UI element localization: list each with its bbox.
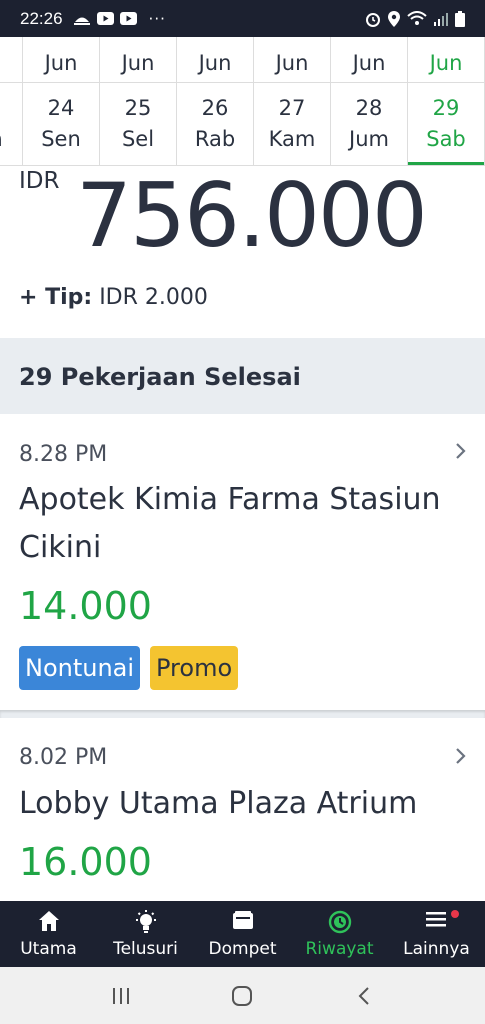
nav-label: Riwayat	[305, 939, 374, 959]
notification-dot	[451, 910, 459, 918]
tip-label: + Tip:	[19, 285, 93, 310]
date-weekday: Kam	[268, 127, 316, 151]
date-day: 25	[124, 96, 152, 120]
recent-apps-button[interactable]	[101, 976, 141, 1016]
battery-icon	[455, 10, 465, 27]
date-month: Jun	[331, 37, 407, 83]
date-weekday: Sel	[121, 127, 155, 151]
back-icon	[358, 986, 369, 1005]
date-weekday: Jum	[349, 127, 389, 151]
status-time: 22:26	[20, 8, 63, 28]
job-price: 16.000	[19, 840, 152, 884]
job-card[interactable]: 8.28 PM Apotek Kimia Farma Stasiun Cikin…	[0, 414, 485, 710]
job-card[interactable]: 8.02 PM Lobby Utama Plaza Atrium 16.000	[0, 718, 485, 901]
history-icon	[291, 910, 388, 934]
job-location: Apotek Kimia Farma Stasiun Cikini	[19, 482, 441, 565]
promo-badge: Promo	[150, 646, 239, 690]
date-month: Jun	[254, 37, 330, 83]
tip-line: + Tip: IDR 2.000	[19, 285, 208, 310]
status-bar: 22:26 ···	[0, 0, 485, 37]
youtube-icon	[96, 12, 114, 25]
nav-telusuri[interactable]: Telusuri	[97, 901, 194, 967]
nav-utama[interactable]: Utama	[0, 901, 97, 967]
tip-value: IDR 2.000	[99, 285, 208, 310]
date-day: 23	[0, 95, 22, 121]
location-icon	[388, 10, 400, 27]
nav-label: Telusuri	[113, 939, 178, 959]
date-cell[interactable]: Jun 26 Rab	[177, 37, 254, 165]
back-button[interactable]	[344, 976, 384, 1016]
date-month: Jun	[100, 37, 176, 83]
system-navigation-bar	[0, 967, 485, 1024]
date-weekday: Sab	[426, 127, 466, 151]
date-day: 26	[201, 96, 229, 120]
more-notifications-icon: ···	[148, 9, 166, 28]
bottom-navigation: Utama Telusuri Dompet Riwayat Lainnya	[0, 901, 485, 967]
date-row: Jun 23 Min Jun 24 Sen Jun 25 Sel Jun 26 …	[0, 37, 485, 165]
date-day: 24	[47, 96, 75, 120]
youtube-icon	[119, 12, 137, 25]
date-cell[interactable]: Jun 24 Sen	[23, 37, 100, 165]
date-cell[interactable]: Jun 27 Kam	[254, 37, 331, 165]
chevron-right-icon	[455, 438, 467, 466]
date-selector: Jun 23 Min Jun 24 Sen Jun 25 Sel Jun 26 …	[0, 37, 485, 166]
earnings-amount: 756.000	[76, 164, 428, 267]
job-time: 8.28 PM	[19, 442, 108, 467]
date-day: 27	[278, 96, 306, 120]
card-divider	[0, 710, 485, 718]
lightbulb-icon	[97, 910, 194, 934]
home-icon	[0, 910, 97, 932]
nav-lainnya[interactable]: Lainnya	[388, 901, 485, 967]
date-weekday: Rab	[194, 127, 236, 151]
date-month: Jun	[0, 37, 22, 83]
job-price: 14.000	[19, 584, 152, 628]
nav-label: Utama	[20, 939, 77, 959]
home-circle-icon	[232, 985, 253, 1006]
date-cell[interactable]: Jun 28 Jum	[331, 37, 408, 165]
date-month: Jun	[23, 37, 99, 83]
date-cell-selected[interactable]: Jun 29 Sab	[408, 37, 485, 165]
menu-icon	[388, 910, 485, 928]
wifi-icon	[407, 11, 427, 25]
status-left-icons: ···	[73, 10, 166, 28]
weather-icon	[73, 17, 90, 25]
payment-badge: Nontunai	[19, 646, 141, 690]
signal-icon	[434, 12, 448, 26]
date-day: 28	[355, 96, 383, 120]
date-month: Jun	[408, 37, 484, 83]
recent-apps-icon	[112, 987, 129, 1004]
earnings-currency: IDR	[19, 168, 60, 194]
date-weekday: Min	[0, 126, 22, 152]
wallet-icon	[194, 910, 291, 930]
date-weekday: Sen	[41, 127, 81, 151]
status-right-icons	[365, 10, 465, 27]
alarm-icon	[366, 12, 380, 27]
job-location: Lobby Utama Plaza Atrium	[19, 786, 418, 821]
date-cell[interactable]: Jun 23 Min	[0, 37, 23, 165]
completed-jobs-header: 29 Pekerjaan Selesai	[0, 338, 485, 414]
job-time: 8.02 PM	[19, 745, 108, 770]
date-month: Jun	[177, 37, 253, 83]
chevron-right-icon	[455, 743, 467, 771]
nav-label: Lainnya	[403, 939, 470, 959]
section-title: 29 Pekerjaan Selesai	[19, 363, 301, 391]
nav-riwayat[interactable]: Riwayat	[291, 901, 388, 967]
nav-label: Dompet	[208, 939, 277, 959]
date-cell[interactable]: Jun 25 Sel	[100, 37, 177, 165]
home-button[interactable]	[222, 976, 262, 1016]
date-day: 29	[432, 96, 460, 120]
nav-dompet[interactable]: Dompet	[194, 901, 291, 967]
